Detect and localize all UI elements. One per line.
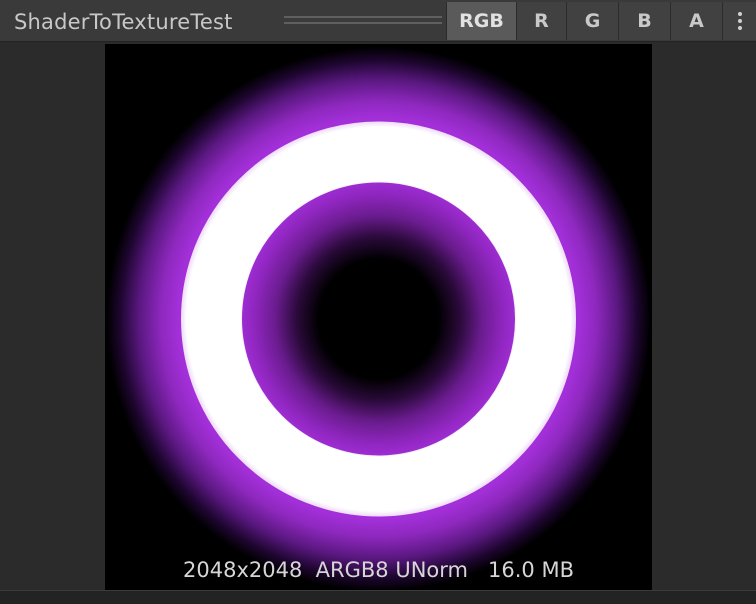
drag-handle-line <box>284 16 442 18</box>
texture-preview: 2048x2048 ARGB8 UNorm 16.0 MB <box>105 44 652 590</box>
texture-info-label: 2048x2048 ARGB8 UNorm 16.0 MB <box>183 558 574 582</box>
tab-a[interactable]: A <box>670 2 722 40</box>
menu-dot <box>738 12 742 16</box>
menu-dot <box>738 19 742 23</box>
bottom-bar <box>0 590 756 604</box>
kebab-menu-icon[interactable] <box>722 2 756 40</box>
tab-r[interactable]: R <box>516 2 566 40</box>
tab-b[interactable]: B <box>618 2 670 40</box>
menu-dot <box>738 26 742 30</box>
tab-rgb[interactable]: RGB <box>446 2 516 40</box>
drag-handle[interactable] <box>284 16 442 25</box>
drag-handle-line <box>284 22 442 24</box>
tab-g[interactable]: G <box>566 2 618 40</box>
window-title: ShaderToTextureTest <box>14 10 233 34</box>
window-header: ShaderToTextureTest RGB R G B A <box>0 0 756 42</box>
texture-image <box>105 44 652 590</box>
